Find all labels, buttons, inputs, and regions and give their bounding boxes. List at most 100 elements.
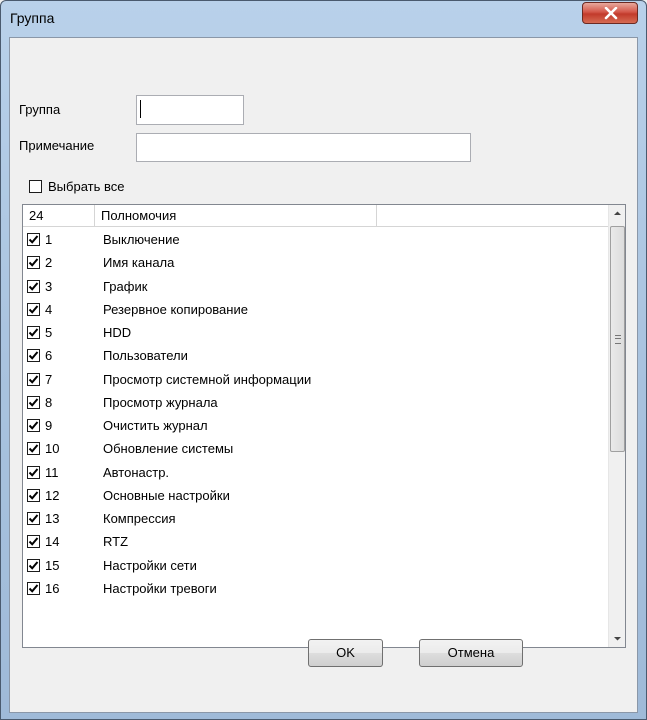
checkmark-icon [28, 305, 39, 314]
permission-checkbox[interactable] [27, 581, 40, 595]
permissions-list[interactable]: 24 Полномочия 1 Выключение 2 Имя канала 3 Гра… [22, 204, 626, 648]
permission-name: Просмотр системной информации [103, 371, 312, 387]
permission-checkbox[interactable] [27, 465, 40, 479]
list-item[interactable]: 5 HDD [23, 321, 608, 344]
dialog-window: Группа Группа Примечание Выбрать все 24 … [0, 0, 647, 720]
permission-checkbox[interactable] [27, 558, 40, 572]
checkmark-icon [28, 444, 39, 454]
permission-checkbox[interactable] [27, 233, 40, 246]
permission-number: 9 [45, 418, 53, 433]
list-item[interactable]: 6 Пользователи [23, 344, 608, 367]
permission-name: Настройки сети [103, 557, 197, 573]
scroll-up-button[interactable] [609, 205, 625, 222]
checkmark-icon [28, 560, 39, 570]
permission-checkbox[interactable] [27, 535, 40, 549]
list-item[interactable]: 1 Выключение [23, 228, 608, 251]
list-item[interactable]: 7 Просмотр системной информации [23, 368, 608, 391]
checkmark-icon [28, 328, 39, 337]
list-item[interactable]: 3 График [23, 275, 608, 298]
permission-number: 11 [45, 464, 59, 480]
permission-number: 16 [45, 580, 60, 596]
permission-checkbox[interactable] [27, 302, 40, 316]
title-bar[interactable]: Группа [1, 1, 646, 37]
note-input[interactable] [136, 133, 471, 162]
select-all-checkbox[interactable] [29, 180, 42, 193]
permission-name: Просмотр журнала [103, 394, 218, 410]
permission-name: Резервное копирование [103, 301, 248, 317]
checkmark-icon [28, 258, 39, 268]
permission-number: 6 [45, 348, 53, 364]
checkmark-icon [28, 491, 39, 500]
grip-icon [615, 335, 621, 344]
window-title: Группа [10, 10, 55, 26]
checkmark-icon [28, 398, 39, 407]
group-name-input[interactable] [136, 95, 244, 125]
ok-button[interactable]: OK [308, 639, 383, 667]
permission-name: График [103, 278, 148, 294]
arrow-up-icon [614, 211, 621, 215]
list-item[interactable]: 16 Настройки тревоги [23, 577, 608, 600]
close-button[interactable] [582, 2, 638, 24]
permission-checkbox[interactable] [27, 326, 40, 339]
permission-name: Компрессия [103, 511, 176, 526]
group-label: Группа [19, 102, 61, 117]
list-item[interactable]: 4 Резервное копирование [23, 298, 608, 321]
vertical-scrollbar[interactable] [608, 205, 625, 647]
scroll-down-button[interactable] [609, 630, 625, 647]
column-header-permissions[interactable]: Полномочия [95, 205, 377, 226]
list-item[interactable]: 13 Компрессия [23, 507, 608, 530]
permission-name: Очистить журнал [103, 418, 208, 433]
permission-checkbox[interactable] [27, 372, 40, 386]
permission-name: Обновление системы [103, 441, 234, 457]
permission-checkbox[interactable] [27, 442, 40, 456]
permission-number: 14 [45, 534, 60, 550]
permission-checkbox[interactable] [27, 395, 40, 409]
list-item[interactable]: 12 Основные настройки [23, 484, 608, 507]
permission-name: RTZ [103, 534, 129, 550]
checkmark-icon [28, 421, 39, 430]
permission-checkbox[interactable] [27, 419, 40, 432]
permission-checkbox[interactable] [27, 279, 40, 293]
permission-number: 8 [45, 394, 53, 410]
permission-number: 13 [45, 511, 60, 526]
permission-checkbox[interactable] [27, 256, 40, 270]
list-item[interactable]: 11 Автонастр. [23, 461, 608, 484]
scroll-thumb[interactable] [610, 226, 625, 452]
column-header-count[interactable]: 24 [23, 205, 95, 226]
cancel-button[interactable]: Отмена [419, 639, 523, 667]
arrow-down-icon [614, 637, 621, 641]
checkmark-icon [28, 514, 39, 523]
list-item[interactable]: 10 Обновление системы [23, 437, 608, 460]
list-item[interactable]: 8 Просмотр журнала [23, 391, 608, 414]
permission-number: 7 [45, 371, 53, 387]
checkmark-icon [28, 374, 39, 384]
column-header-empty[interactable] [377, 205, 607, 226]
permission-checkbox[interactable] [27, 512, 40, 525]
list-rows: 1 Выключение 2 Имя канала 3 График 4 Резервное … [23, 228, 608, 600]
select-all-label[interactable]: Выбрать все [48, 179, 124, 194]
list-item[interactable]: 14 RTZ [23, 530, 608, 553]
checkmark-icon [28, 467, 39, 477]
permission-name: Выключение [103, 232, 180, 247]
list-item[interactable]: 15 Настройки сети [23, 554, 608, 577]
dialog-client-area: Группа Примечание Выбрать все 24 Полномо… [9, 37, 638, 713]
permission-number: 4 [45, 301, 53, 317]
permission-number: 5 [45, 325, 53, 340]
permission-name: Автонастр. [103, 464, 170, 480]
permission-checkbox[interactable] [27, 488, 40, 502]
permission-name: Имя канала [103, 255, 175, 271]
close-icon [604, 7, 618, 20]
checkmark-icon [28, 281, 39, 291]
permission-number: 12 [45, 487, 60, 503]
checkmark-icon [28, 537, 39, 547]
permission-name: HDD [103, 325, 132, 340]
permission-checkbox[interactable] [27, 349, 40, 363]
permission-number: 3 [45, 278, 53, 294]
permission-number: 1 [45, 232, 53, 247]
permission-number: 2 [45, 255, 53, 271]
list-header: 24 Полномочия [23, 205, 608, 227]
list-item[interactable]: 2 Имя канала [23, 251, 608, 274]
list-item[interactable]: 9 Очистить журнал [23, 414, 608, 437]
text-caret [140, 100, 141, 118]
note-label: Примечание [19, 138, 95, 153]
